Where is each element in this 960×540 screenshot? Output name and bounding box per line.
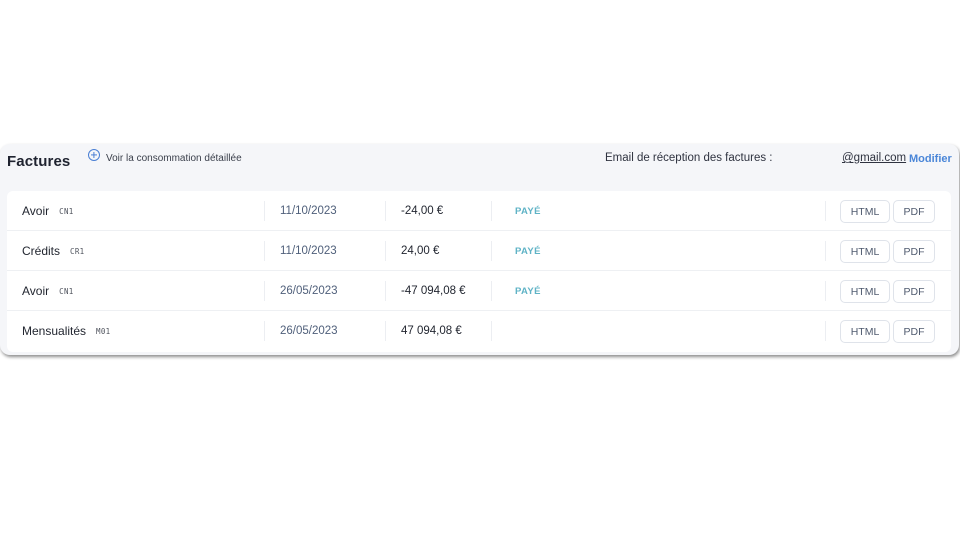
invoice-type-cell: Avoir CN1	[22, 191, 74, 231]
column-divider	[264, 281, 265, 301]
table-row: Crédits CR1 11/10/2023 24,00 € PAYÉ HTML…	[7, 231, 951, 271]
invoice-date: 26/05/2023	[280, 325, 338, 337]
table-row: Avoir CN1 26/05/2023 -47 094,08 € PAYÉ H…	[7, 271, 951, 311]
plus-circle-icon	[88, 149, 100, 161]
html-button[interactable]: HTML	[840, 320, 890, 343]
column-divider	[825, 241, 826, 261]
invoice-code: CR1	[70, 246, 85, 256]
invoice-amount: 24,00 €	[401, 245, 440, 257]
invoice-amount: 47 094,08 €	[401, 325, 462, 337]
column-divider	[825, 201, 826, 221]
invoice-date: 11/10/2023	[280, 205, 337, 217]
invoice-type: Avoir	[22, 204, 50, 218]
html-button[interactable]: HTML	[840, 200, 890, 223]
pdf-button[interactable]: PDF	[893, 280, 935, 303]
invoice-date: 26/05/2023	[280, 285, 338, 297]
invoices-card: Factures Voir la consommation détaillée …	[0, 144, 959, 355]
status-badge: PAYÉ	[515, 285, 541, 297]
table-row: Mensualités M01 26/05/2023 47 094,08 € H…	[7, 311, 951, 351]
invoice-type: Mensualités	[22, 324, 87, 338]
invoice-amount: -24,00 €	[401, 205, 444, 217]
modify-email-link[interactable]: Modifier	[909, 153, 952, 165]
invoice-date: 11/10/2023	[280, 245, 337, 257]
html-button[interactable]: HTML	[840, 240, 890, 263]
html-button[interactable]: HTML	[840, 280, 890, 303]
page-title: Factures	[7, 153, 71, 170]
status-badge: PAYÉ	[515, 205, 541, 217]
column-divider	[825, 281, 826, 301]
pdf-button[interactable]: PDF	[893, 200, 935, 223]
invoice-code: CN1	[59, 286, 74, 296]
invoice-type-cell: Crédits CR1	[22, 231, 84, 271]
column-divider	[264, 201, 265, 221]
email-value: @gmail.com	[842, 152, 907, 164]
pdf-button[interactable]: PDF	[893, 240, 935, 263]
invoice-type-cell: Mensualités M01	[22, 311, 110, 351]
column-divider	[385, 201, 386, 221]
email-label: Email de réception des factures :	[605, 152, 773, 164]
column-divider	[825, 321, 826, 341]
detailed-consumption-label: Voir la consommation détaillée	[106, 152, 242, 164]
table-row: Avoir CN1 11/10/2023 -24,00 € PAYÉ HTML …	[7, 191, 951, 231]
invoice-type: Crédits	[22, 244, 61, 258]
column-divider	[385, 241, 386, 261]
column-divider	[491, 281, 492, 301]
invoice-type-cell: Avoir CN1	[22, 271, 74, 311]
column-divider	[491, 321, 492, 341]
invoice-code: CN1	[59, 206, 74, 216]
pdf-button[interactable]: PDF	[893, 320, 935, 343]
column-divider	[264, 321, 265, 341]
invoices-table: Avoir CN1 11/10/2023 -24,00 € PAYÉ HTML …	[7, 191, 951, 352]
detailed-consumption-link[interactable]: Voir la consommation détaillée	[88, 149, 242, 164]
status-badge: PAYÉ	[515, 245, 541, 257]
column-divider	[491, 201, 492, 221]
column-divider	[385, 321, 386, 341]
column-divider	[385, 281, 386, 301]
invoice-amount: -47 094,08 €	[401, 285, 466, 297]
column-divider	[264, 241, 265, 261]
invoice-code: M01	[96, 326, 111, 336]
invoice-type: Avoir	[22, 284, 50, 298]
column-divider	[491, 241, 492, 261]
